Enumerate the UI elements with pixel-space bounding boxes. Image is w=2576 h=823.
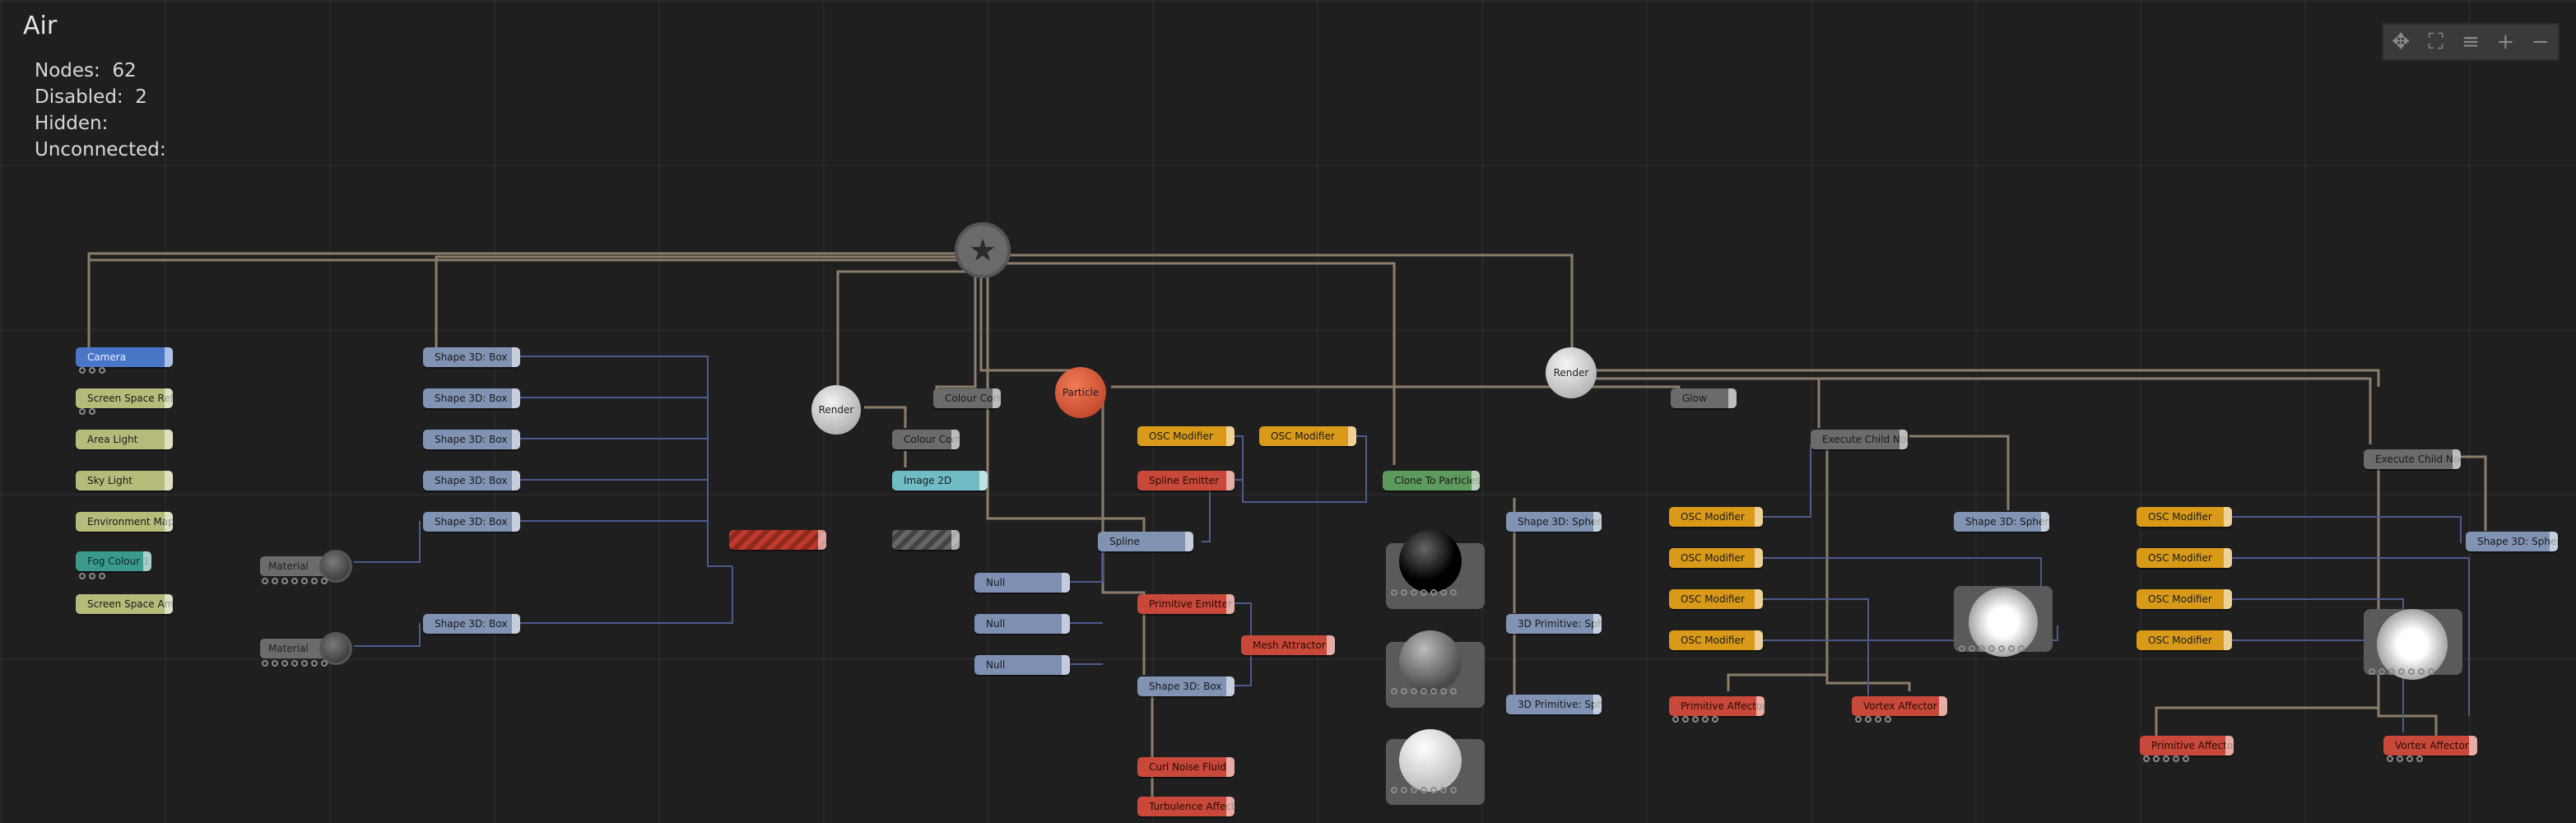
node-null[interactable]: Null bbox=[974, 655, 1070, 675]
node-colour-corr[interactable]: Colour Corr. bbox=[933, 388, 1001, 408]
node-osc-modifier[interactable]: OSC Modifier bbox=[1669, 630, 1763, 650]
node-osc-modifier[interactable]: OSC Modifier bbox=[2137, 548, 2232, 568]
node-area-light[interactable]: Area Light bbox=[76, 430, 173, 449]
stat-value: 2 bbox=[135, 86, 147, 108]
input-ports bbox=[262, 578, 328, 584]
stat-value: 62 bbox=[112, 60, 137, 81]
node-osc-modifier[interactable]: OSC Modifier bbox=[1669, 507, 1763, 527]
node-osc-modifier[interactable]: OSC Modifier bbox=[2137, 507, 2232, 527]
node-shape-box[interactable]: Shape 3D: Box bbox=[423, 471, 520, 491]
stat-disabled: Disabled: 2 bbox=[35, 84, 178, 110]
node-spline[interactable]: Spline bbox=[1098, 532, 1193, 551]
input-ports bbox=[2387, 756, 2423, 762]
node-shape-box[interactable]: Shape 3D: Box bbox=[423, 430, 520, 449]
input-ports bbox=[1855, 716, 1891, 723]
stat-unconnected: Unconnected: bbox=[35, 137, 178, 163]
input-ports bbox=[1672, 716, 1718, 723]
node-curl-noise[interactable]: Curl Noise Fluid bbox=[1137, 757, 1235, 777]
input-ports bbox=[79, 408, 95, 415]
grey-sphere-preview bbox=[1399, 630, 1462, 693]
node-vortex-affector[interactable]: Vortex Affector bbox=[2383, 736, 2477, 756]
node-null[interactable]: Null bbox=[974, 614, 1070, 634]
input-ports bbox=[2369, 668, 2434, 675]
node-osc-modifier[interactable]: OSC Modifier bbox=[2137, 589, 2232, 609]
node-null[interactable]: Null bbox=[974, 573, 1070, 593]
node-colour-corr[interactable]: Colour Corr. bbox=[892, 430, 960, 449]
node-shape-box[interactable]: Shape 3D: Box bbox=[423, 512, 520, 532]
fit-view-icon[interactable]: ⛶ bbox=[2420, 26, 2453, 58]
graph-toolbar: ✥ ⛶ ≡ + − bbox=[2382, 23, 2560, 61]
node-osc-modifier[interactable]: OSC Modifier bbox=[1669, 589, 1763, 609]
node-osc-modifier[interactable]: OSC Modifier bbox=[1259, 426, 1356, 446]
input-ports bbox=[1959, 645, 2025, 652]
stat-label: Disabled: bbox=[35, 86, 123, 108]
node-ssao[interactable]: Screen Space Am. bbox=[76, 594, 173, 614]
node-primitive-affector[interactable]: Primitive Affector bbox=[2140, 736, 2234, 756]
node-env-map[interactable]: Environment Map bbox=[76, 512, 173, 532]
input-ports bbox=[1391, 688, 1457, 695]
connection-wires bbox=[87, 252, 2487, 797]
node-spline-emitter[interactable]: Spline Emitter bbox=[1137, 471, 1235, 491]
node-primitive-affector[interactable]: Primitive Affector bbox=[1669, 696, 1765, 716]
node-vortex-affector[interactable]: Vortex Affector bbox=[1852, 696, 1947, 716]
graph-title: Air bbox=[23, 12, 58, 40]
white-sphere-preview bbox=[1399, 729, 1462, 792]
node-shape-sphere[interactable]: Shape 3D: Sphere bbox=[1954, 512, 2049, 532]
node-disabled[interactable] bbox=[892, 530, 960, 550]
stat-label: Hidden: bbox=[35, 113, 109, 134]
node-primitive-sphere[interactable]: 3D Primitive: Sph. bbox=[1506, 614, 1602, 634]
star-icon: ★ bbox=[968, 232, 997, 268]
node-glow[interactable]: Glow bbox=[1671, 388, 1737, 408]
render-label: Render bbox=[818, 404, 854, 416]
stat-label: Nodes: bbox=[35, 60, 100, 81]
node-turbulence[interactable]: Turbulence Affector bbox=[1137, 797, 1235, 816]
render-label: Render bbox=[1553, 367, 1589, 379]
black-sphere-preview bbox=[1399, 530, 1462, 593]
stat-label: Unconnected: bbox=[35, 139, 166, 160]
input-ports bbox=[2143, 756, 2189, 762]
node-primitive-sphere[interactable]: 3D Primitive: Sph. bbox=[1506, 695, 1602, 714]
zoom-in-icon[interactable]: + bbox=[2489, 26, 2522, 58]
move-icon[interactable]: ✥ bbox=[2384, 26, 2417, 58]
input-ports bbox=[1391, 787, 1457, 793]
particle-label: Particle bbox=[1062, 387, 1100, 398]
node-osc-modifier[interactable]: OSC Modifier bbox=[1137, 426, 1235, 446]
node-mesh-attractor[interactable]: Mesh Attractor bbox=[1241, 635, 1335, 655]
stat-nodes: Nodes: 62 bbox=[35, 58, 178, 84]
node-shape-box[interactable]: Shape 3D: Box bbox=[423, 614, 520, 634]
input-ports bbox=[262, 660, 328, 667]
zoom-out-icon[interactable]: − bbox=[2524, 26, 2557, 58]
input-ports bbox=[79, 367, 105, 374]
node-shape-sphere[interactable]: Shape 3D: Sphere bbox=[1506, 512, 1602, 532]
node-shape-sphere[interactable]: Shape 3D: Sphere bbox=[2466, 532, 2558, 551]
node-disabled[interactable] bbox=[729, 530, 826, 550]
node-sky-light[interactable]: Sky Light bbox=[76, 471, 173, 491]
node-shape-box[interactable]: Shape 3D: Box bbox=[423, 347, 520, 367]
node-fog-colour[interactable]: Fog Colour 1 bbox=[76, 551, 151, 571]
node-render[interactable]: Render bbox=[811, 385, 861, 435]
node-primitive-emitter[interactable]: Primitive Emitter bbox=[1137, 594, 1235, 614]
input-ports bbox=[1391, 589, 1457, 596]
node-clone-to-particles[interactable]: Clone To Particles bbox=[1383, 471, 1480, 491]
node-shape-box[interactable]: Shape 3D: Box bbox=[1137, 677, 1235, 696]
input-ports bbox=[79, 573, 105, 579]
node-render[interactable]: Render bbox=[1546, 347, 1597, 398]
root-scene-node[interactable]: ★ bbox=[955, 222, 1011, 278]
stat-hidden: Hidden: bbox=[35, 110, 178, 137]
graph-stats: Nodes: 62 Disabled: 2 Hidden: Unconnecte… bbox=[35, 58, 178, 163]
align-icon[interactable]: ≡ bbox=[2454, 26, 2487, 58]
node-image-2d[interactable]: Image 2D bbox=[892, 471, 988, 491]
node-ssr[interactable]: Screen Space Refl. bbox=[76, 388, 173, 408]
node-osc-modifier[interactable]: OSC Modifier bbox=[2137, 630, 2232, 650]
node-osc-modifier[interactable]: OSC Modifier bbox=[1669, 548, 1763, 568]
node-execute-child[interactable]: Execute Child Nod. bbox=[2364, 449, 2461, 469]
node-shape-box[interactable]: Shape 3D: Box bbox=[423, 388, 520, 408]
node-execute-child[interactable]: Execute Child Nod. bbox=[1811, 430, 1908, 449]
node-particle[interactable]: Particle bbox=[1055, 367, 1106, 418]
node-camera[interactable]: Camera bbox=[76, 347, 173, 367]
